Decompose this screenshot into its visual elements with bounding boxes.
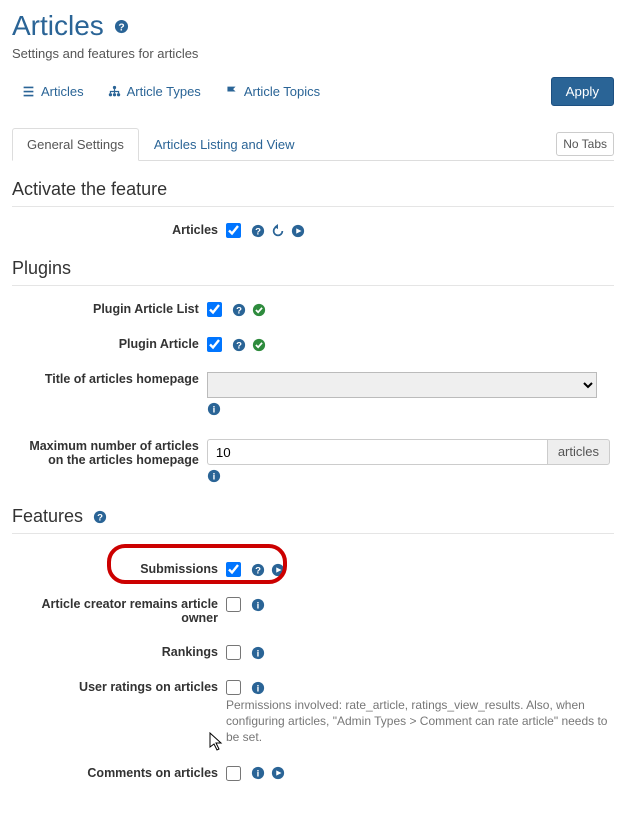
nav-articles[interactable]: Articles — [22, 84, 84, 99]
nav-articles-label: Articles — [41, 84, 84, 99]
info-icon[interactable] — [251, 598, 265, 612]
play-icon[interactable] — [271, 766, 285, 780]
help-icon[interactable] — [251, 563, 265, 577]
info-icon[interactable] — [207, 402, 221, 416]
tab-listing-view[interactable]: Articles Listing and View — [139, 128, 310, 161]
checkbox-submissions[interactable] — [226, 562, 241, 577]
flag-icon — [225, 85, 238, 98]
checkbox-rankings[interactable] — [226, 645, 241, 660]
page-subtitle: Settings and features for articles — [12, 46, 614, 61]
info-icon[interactable] — [207, 469, 221, 483]
checkbox-articles[interactable] — [226, 223, 241, 238]
label-title-homepage: Title of articles homepage — [12, 362, 203, 429]
refresh-icon[interactable] — [271, 224, 285, 238]
help-icon[interactable] — [251, 224, 265, 238]
nav-article-types-label: Article Types — [127, 84, 201, 99]
play-icon[interactable] — [291, 224, 305, 238]
checkbox-plugin-article[interactable] — [207, 337, 222, 352]
apply-button[interactable]: Apply — [551, 77, 614, 106]
nav-article-topics[interactable]: Article Topics — [225, 84, 320, 99]
info-icon[interactable] — [251, 681, 265, 695]
nav-article-types[interactable]: Article Types — [108, 84, 201, 99]
label-articles: Articles — [12, 213, 222, 248]
info-icon[interactable] — [251, 646, 265, 660]
label-plugin-article-list: Plugin Article List — [12, 292, 203, 327]
no-tabs-button[interactable]: No Tabs — [556, 132, 614, 156]
page-title-text: Articles — [12, 10, 104, 42]
check-icon — [252, 338, 266, 352]
label-max-articles: Maximum number of articles on the articl… — [12, 429, 203, 496]
checkbox-creator-owner[interactable] — [226, 597, 241, 612]
list-icon — [22, 85, 35, 98]
help-icon[interactable] — [232, 303, 246, 317]
label-comments: Comments on articles — [12, 756, 222, 791]
checkbox-user-ratings[interactable] — [226, 680, 241, 695]
checkbox-comments[interactable] — [226, 766, 241, 781]
play-icon[interactable] — [271, 563, 285, 577]
page-title: Articles — [12, 10, 614, 42]
help-icon[interactable] — [232, 338, 246, 352]
label-creator-owner: Article creator remains article owner — [12, 587, 222, 635]
help-icon[interactable] — [93, 510, 107, 524]
label-plugin-article: Plugin Article — [12, 327, 203, 362]
tabs: General Settings Articles Listing and Vi… — [12, 128, 310, 160]
section-features: Features — [12, 506, 614, 534]
label-rankings: Rankings — [12, 635, 222, 670]
tab-general-settings[interactable]: General Settings — [12, 128, 139, 161]
select-title-homepage[interactable] — [207, 372, 597, 398]
nav-article-topics-label: Article Topics — [244, 84, 320, 99]
checkbox-plugin-article-list[interactable] — [207, 302, 222, 317]
check-icon — [252, 303, 266, 317]
desc-user-ratings: Permissions involved: rate_article, rati… — [226, 697, 610, 746]
tree-icon — [108, 85, 121, 98]
section-plugins: Plugins — [12, 258, 614, 286]
addon-articles: articles — [547, 439, 610, 465]
info-icon[interactable] — [251, 766, 265, 780]
section-features-label: Features — [12, 506, 83, 527]
input-max-articles[interactable] — [207, 439, 547, 465]
section-activate: Activate the feature — [12, 179, 614, 207]
nav-links: Articles Article Types Article Topics — [12, 84, 320, 99]
label-submissions: Submissions — [12, 540, 222, 587]
help-icon[interactable] — [114, 19, 129, 34]
label-user-ratings: User ratings on articles — [12, 670, 222, 756]
